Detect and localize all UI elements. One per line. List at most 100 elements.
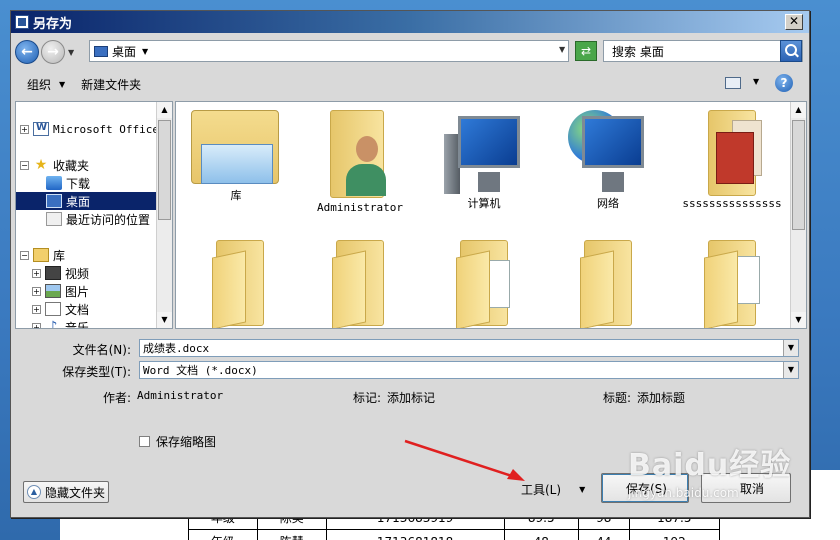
table-cell: 年级: [188, 529, 258, 540]
breadcrumb-chevron-icon[interactable]: ▼: [142, 47, 148, 56]
tree-item-label: 下载: [66, 176, 91, 191]
back-button[interactable]: ←: [15, 40, 39, 64]
expand-icon[interactable]: +: [32, 268, 41, 278]
folder-icon: [330, 240, 390, 328]
tags-label: 标记:: [353, 391, 382, 405]
file-item-folder[interactable]: [672, 240, 792, 328]
scroll-thumb[interactable]: [158, 120, 171, 220]
folder-icon: [578, 240, 638, 328]
library-icon: [33, 248, 49, 262]
scroll-down-arrow[interactable]: ▼: [791, 312, 806, 328]
folder-with-doc-icon: [454, 240, 514, 328]
tree-item-label: 库: [53, 248, 66, 263]
title-bar[interactable]: 另存为 ✕: [11, 11, 809, 33]
address-bar[interactable]: 桌面 ▼: [89, 40, 569, 62]
watermark-brand: Baidu经验: [628, 448, 792, 483]
tree-scrollbar[interactable]: ▲ ▼: [156, 102, 172, 328]
video-icon: [45, 266, 61, 280]
network-icon: [568, 110, 648, 196]
chevron-down-icon: ▼: [579, 485, 586, 494]
file-item-library[interactable]: 库: [176, 110, 296, 202]
save-thumbnail-checkbox[interactable]: 保存缩略图: [139, 433, 216, 450]
filename-field[interactable]: 成绩表.docx ▼: [139, 339, 799, 357]
file-item-folder[interactable]: [180, 240, 300, 328]
recent-pages-dropdown[interactable]: ▼: [68, 48, 74, 57]
address-location: 桌面: [112, 44, 137, 59]
table-cell: 44: [577, 529, 630, 540]
expand-icon[interactable]: +: [20, 124, 29, 134]
tree-item-microsoft-office[interactable]: + Microsoft Office: [20, 120, 159, 138]
help-icon[interactable]: ?: [775, 74, 793, 92]
tree-item-music[interactable]: + ♪ 音乐: [32, 318, 89, 328]
tree-item-favorites[interactable]: − ★ 收藏夹: [20, 156, 89, 174]
author-value[interactable]: Administrator: [137, 389, 223, 406]
expand-icon[interactable]: +: [32, 304, 41, 314]
refresh-button[interactable]: ⇄: [575, 41, 597, 61]
star-icon: ★: [34, 157, 48, 173]
change-view-icon[interactable]: [725, 77, 741, 89]
tree-item-label: 桌面: [66, 194, 91, 209]
hide-folders-button[interactable]: ▲ 隐藏文件夹: [23, 481, 109, 503]
address-history-dropdown[interactable]: ▼: [559, 45, 565, 54]
chevron-down-icon[interactable]: ▼: [783, 340, 798, 356]
tree-item-videos[interactable]: + 视频: [32, 264, 89, 282]
tags-value[interactable]: 添加标记: [387, 389, 435, 406]
tree-item-libraries[interactable]: − 库: [20, 246, 65, 264]
close-button[interactable]: ✕: [785, 14, 803, 30]
view-options-dropdown[interactable]: ▼: [753, 77, 759, 86]
tree-item-downloads[interactable]: 下载: [46, 174, 90, 192]
baidu-watermark: Baidu经验 jingyan.baidu.com: [628, 440, 828, 520]
search-input[interactable]: 搜索 桌面: [603, 40, 803, 62]
expand-icon[interactable]: +: [32, 286, 41, 296]
office-icon: [33, 122, 49, 136]
new-folder-label: 新建文件夹: [81, 77, 142, 92]
file-item-administrator[interactable]: Administrator: [300, 110, 420, 214]
file-item-computer[interactable]: 计算机: [424, 110, 544, 210]
tools-menu[interactable]: 工具(L) ▼: [521, 481, 585, 498]
toolbar: 组织 ▼ 新建文件夹 ▼ ?: [11, 69, 809, 99]
chevron-down-icon: ▼: [59, 79, 66, 89]
expand-icon[interactable]: +: [32, 322, 41, 328]
tree-item-label: 收藏夹: [53, 158, 90, 173]
new-folder-button[interactable]: 新建文件夹: [81, 76, 141, 93]
organize-menu[interactable]: 组织 ▼: [27, 76, 65, 93]
file-item-network[interactable]: 网络: [548, 110, 668, 210]
file-item-folder[interactable]: [424, 240, 544, 328]
tree-item-recent-places[interactable]: 最近访问的位置: [46, 210, 150, 228]
recent-places-icon: [46, 212, 62, 226]
table-cell: 陈慧: [256, 529, 327, 540]
collapse-icon[interactable]: −: [20, 160, 29, 170]
scroll-thumb[interactable]: [792, 120, 805, 230]
tree-item-label: 视频: [65, 266, 90, 281]
tree-item-pictures[interactable]: + 图片: [32, 282, 89, 300]
tree-item-label: 图片: [65, 284, 90, 299]
title-field: 标题: 添加标题: [603, 389, 685, 406]
red-arrow-annotation: [404, 439, 525, 481]
search-icon[interactable]: [780, 40, 802, 62]
filetype-select[interactable]: Word 文档 (*.docx) ▼: [139, 361, 799, 379]
checkbox-box[interactable]: [139, 436, 150, 447]
tree-item-documents[interactable]: + 文档: [32, 300, 89, 318]
file-item-folder[interactable]: [300, 240, 420, 328]
tools-label: 工具(L): [521, 483, 562, 497]
scroll-up-arrow[interactable]: ▲: [157, 102, 172, 118]
table-row: 年级 陈慧 1713681818 48 44 192: [188, 529, 721, 540]
tree-item-desktop[interactable]: 桌面: [16, 192, 156, 210]
scroll-down-arrow[interactable]: ▼: [157, 312, 172, 328]
table-cell: 192: [628, 529, 721, 540]
chevron-down-icon[interactable]: ▼: [783, 362, 798, 378]
scroll-up-arrow[interactable]: ▲: [791, 102, 806, 118]
file-label: 库: [230, 189, 242, 202]
file-item-sss-folder[interactable]: sssssssssssssss: [672, 110, 792, 210]
filename-value: 成绩表.docx: [143, 342, 210, 355]
file-item-folder[interactable]: [548, 240, 668, 328]
forward-button[interactable]: →: [41, 40, 65, 64]
file-list-scrollbar[interactable]: ▲ ▼: [790, 102, 806, 328]
dialog-title: 另存为: [33, 16, 73, 32]
filename-label: 文件名(N):: [72, 343, 131, 357]
table-cell: 1713681818: [325, 529, 505, 540]
file-label: 网络: [597, 197, 619, 210]
collapse-icon[interactable]: −: [20, 250, 29, 260]
title-value[interactable]: 添加标题: [637, 389, 685, 406]
organize-label: 组织: [27, 77, 52, 92]
